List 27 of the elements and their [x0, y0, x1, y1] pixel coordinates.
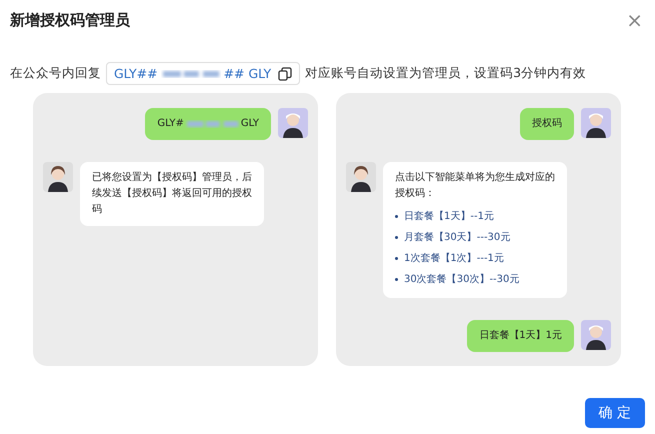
avatar-icon [43, 162, 73, 192]
close-button[interactable]: × [626, 8, 643, 32]
message-bubble: 日套餐【1天】1元 [467, 320, 574, 352]
message-bubble: 已将您设置为【授权码】管理员，后续发送【授权码】将返回可用的授权码 [80, 162, 264, 226]
bullet-icon [395, 215, 398, 218]
bullet-icon [395, 257, 398, 260]
bullet-icon [395, 278, 398, 281]
blurred-code-drawing [184, 118, 240, 130]
avatar-icon [278, 108, 308, 138]
menu-link[interactable]: 日套餐【1天】--1元 [404, 206, 494, 227]
message-text: GLY [240, 117, 259, 131]
avatar-icon [581, 320, 611, 350]
instruction-text: 对应账号自动设置为管理员，设置码3分钟内有效 [305, 65, 586, 82]
copy-icon[interactable] [278, 66, 292, 80]
avatar-icon [346, 162, 376, 192]
menu-link[interactable]: 1次套餐【1次】---1元 [404, 248, 504, 269]
message-bubble: 授权码 [520, 108, 574, 140]
message-text: GLY# [157, 117, 184, 131]
message-text: 点击以下智能菜单将为您生成对应的授权码： [395, 170, 555, 201]
instruction-text: 在公众号内回复 [10, 65, 101, 82]
bullet-icon [395, 236, 398, 239]
menu-link[interactable]: 30次套餐【30次】--30元 [404, 269, 520, 290]
confirm-button[interactable]: 确 定 [584, 398, 645, 428]
menu-link[interactable]: 月套餐【30天】---30元 [404, 227, 510, 248]
dialog-title: 新增授权码管理员 [10, 10, 130, 30]
code-field[interactable]: GLY## ## GLY [106, 62, 300, 85]
avatar-icon [581, 108, 611, 138]
